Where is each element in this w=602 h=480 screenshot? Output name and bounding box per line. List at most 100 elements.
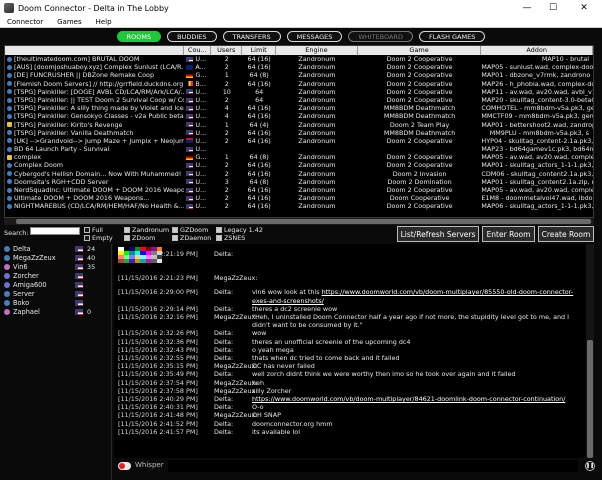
cell-engine: Zandronum: [298, 55, 336, 63]
chat-input[interactable]: [168, 460, 578, 472]
user-list-item[interactable]: Boko: [4, 298, 111, 307]
cell-country: U...: [184, 121, 211, 129]
chat-scrollbar-thumb[interactable]: [587, 340, 593, 458]
menu-games[interactable]: Games: [50, 18, 89, 26]
table-row[interactable]: [AUS] [doomjoshuaboy.xyz] Complex Sunlus…: [5, 63, 593, 71]
table-row[interactable]: NerdSquadInc: Ultimate DOOM + DOOM 2016 …: [5, 186, 593, 194]
color-swatch[interactable]: [156, 259, 162, 263]
table-row[interactable]: [Flemish Doom Servers] // http://grrfiel…: [5, 80, 593, 88]
tab-buddies[interactable]: BUDDIES: [167, 31, 217, 42]
cell-addon: MAP11 - av.wad, av20.wad, avbl_v1.wad: [481, 87, 593, 96]
cell-users: 2: [224, 136, 229, 145]
whisper-toggle[interactable]: [118, 462, 131, 470]
chat-nick: Delta:: [214, 403, 234, 412]
table-row[interactable]: Ultimate DOOM + DOOM 2016 Weapons... U...…: [5, 194, 593, 202]
col-header-game[interactable]: Game: [358, 46, 482, 55]
user-list-item[interactable]: Delta 24: [4, 244, 111, 253]
cell-limit: 64 (16): [247, 112, 271, 121]
user-list-item[interactable]: MegaZzZeux 40: [4, 253, 111, 262]
chat-scrollbar[interactable]: [586, 244, 594, 458]
table-horizontal-scrollbar[interactable]: [4, 218, 594, 225]
cell-name: [TSPG] Painkiller: [DOGE] AVBL CD/LCA/RM…: [5, 88, 184, 96]
chat-timestamp: [11/15/2016 2:29:00 PM]: [118, 288, 198, 297]
table-row[interactable]: [TSPG] Painkiller: Vanilla Deathmatch U..…: [5, 129, 593, 137]
chat-nick: Delta:: [214, 250, 234, 258]
tab-whiteboard[interactable]: WHITEBOARD: [348, 31, 413, 42]
tab-rooms[interactable]: ROOMS: [116, 31, 162, 42]
chat-nick: Delta:: [214, 337, 234, 346]
enter-room-button[interactable]: Enter Room: [482, 226, 535, 242]
minimize-button[interactable]: —: [514, 0, 540, 16]
user-name: Boko: [13, 298, 30, 307]
user-flag-icon: [75, 272, 83, 279]
refresh-servers-button[interactable]: List/Refresh Servers: [397, 226, 479, 242]
user-status-icon: [4, 299, 10, 306]
table-row[interactable]: [TSPG] Painkiller: [DOGE] AVBL CD/LCA/RM…: [5, 88, 593, 96]
tab-messages[interactable]: MESSAGES: [286, 31, 343, 42]
chat-text: https://www.doomworld.com/vb/doom-multip…: [252, 395, 586, 403]
table-row[interactable]: [UK] -->Grandvoid--> Jump Maze + Jumpix …: [5, 137, 593, 145]
pause-icon[interactable]: ❚❚: [585, 461, 595, 471]
filter-zdaemon-label: ZDaemon: [180, 234, 212, 242]
maximize-button[interactable]: ☐: [540, 0, 566, 16]
table-row[interactable]: [TSPG] Painkiller: A silly thing made by…: [5, 104, 593, 112]
cell-addon: MAP26 - h_phobia.wad, complex-doom.: [481, 79, 593, 88]
user-list-item[interactable]: Server: [4, 289, 111, 298]
table-row[interactable]: NIGHTMAREBUS (CD/LCA/RM/HEM/HAF/No Healt…: [5, 202, 593, 210]
create-room-button[interactable]: Create Room: [538, 226, 594, 242]
user-list-item[interactable]: Vin6 35: [4, 262, 111, 271]
table-row[interactable]: Doomsita's RGH+CDD Server U... 3 64 (8) Zand…: [5, 178, 593, 186]
chat-text: vin6 wow look at this https://www.doomwo…: [252, 288, 574, 305]
chat-text: theres a dc2 screenie wow: [252, 304, 338, 313]
col-header-limit[interactable]: Limit: [242, 46, 277, 55]
tab-transfers[interactable]: TRANSFERS: [222, 31, 281, 42]
user-name: Delta: [13, 244, 31, 253]
col-header-country[interactable]: Cou...: [184, 46, 212, 55]
cell-name: [TSPG] Painkiller: || TEST Doom 2 Surviv…: [5, 96, 184, 104]
table-row[interactable]: [DE] FUNCRUSHER || DBZone Remake Coop G..…: [5, 71, 593, 79]
country-flag-icon: [186, 187, 194, 193]
chat-link[interactable]: https://www.doomworld.com/vb/doom-multip…: [252, 395, 565, 403]
filter-gzdoom-checkbox[interactable]: GZDoom: [172, 226, 208, 234]
cell-users: [211, 145, 242, 153]
cell-limit: 64 (16): [247, 202, 271, 211]
close-button[interactable]: ✕: [566, 0, 602, 16]
user-list-item[interactable]: Amiga600: [4, 280, 111, 289]
filter-zsnes-checkbox[interactable]: ZSNES: [216, 234, 245, 242]
scrollbar-thumb[interactable]: [16, 219, 591, 224]
col-header-addon[interactable]: Addon: [481, 46, 593, 55]
filter-zdaemon-checkbox[interactable]: ZDaemon: [172, 234, 211, 242]
table-row[interactable]: [theultimatedoom.com] BRUTAL DOOM U... 2 64…: [5, 55, 593, 63]
search-input[interactable]: [30, 227, 80, 235]
table-row[interactable]: BD 64 Launch Party - Survival U... MAP23 -…: [5, 145, 593, 153]
filter-legacy-checkbox[interactable]: Legacy 1.42: [216, 226, 263, 234]
filter-full-checkbox[interactable]: Full: [84, 226, 103, 234]
cell-game: Doom 2 Cooperative: [386, 186, 453, 194]
filter-zdoom-checkbox[interactable]: ZDoom: [124, 234, 155, 242]
menu-help[interactable]: Help: [89, 18, 119, 26]
user-flag-icon: [75, 263, 83, 270]
table-row[interactable]: complex G... 1 64 (8) Zandronum Doom 2 Cooper…: [5, 153, 593, 161]
menu-connector[interactable]: Connector: [0, 18, 50, 26]
table-row[interactable]: Cybergod's Hellish Domain... Now With Mu…: [5, 170, 593, 178]
cell-addon: COMHOTEL - mm8bdm-v5a.pk3, gensoky: [481, 104, 593, 113]
col-header-users[interactable]: Users: [211, 46, 243, 55]
user-name: Server: [13, 289, 35, 298]
color-palette[interactable]: [118, 247, 162, 263]
col-header-name[interactable]: [5, 46, 185, 55]
tab-flash-games[interactable]: FLASH GAMES: [418, 31, 486, 42]
table-row[interactable]: Complex Doom U... 2 64 (16) Zandronum Doom 2 …: [5, 161, 593, 169]
table-row[interactable]: [TSPG] Painkiller: Kirito's Revenge U... 1…: [5, 121, 593, 129]
filter-empty-checkbox[interactable]: Empty: [84, 234, 113, 242]
filter-zandronum-checkbox[interactable]: Zandronum: [124, 226, 169, 234]
user-list-item[interactable]: Zaphael 0: [4, 307, 111, 316]
chat-nick: MegaZzZeux:: [214, 378, 258, 387]
chat-timestamp: [11/15/2016 2:32:55 PM]: [118, 354, 198, 363]
cell-name: [TSPG] Painkiller: Gensokyo Classes - v2…: [5, 112, 184, 120]
country-flag-icon: [186, 89, 194, 95]
col-header-engine[interactable]: Engine: [276, 46, 358, 55]
table-row[interactable]: [TSPG] Painkiller: Gensokyo Classes - v2…: [5, 112, 593, 120]
server-table: Cou... Users Limit Engine Game Addon [th…: [4, 45, 594, 218]
table-row[interactable]: [TSPG] Painkiller: || TEST Doom 2 Surviv…: [5, 96, 593, 104]
user-list-item[interactable]: Zorcher: [4, 271, 111, 280]
